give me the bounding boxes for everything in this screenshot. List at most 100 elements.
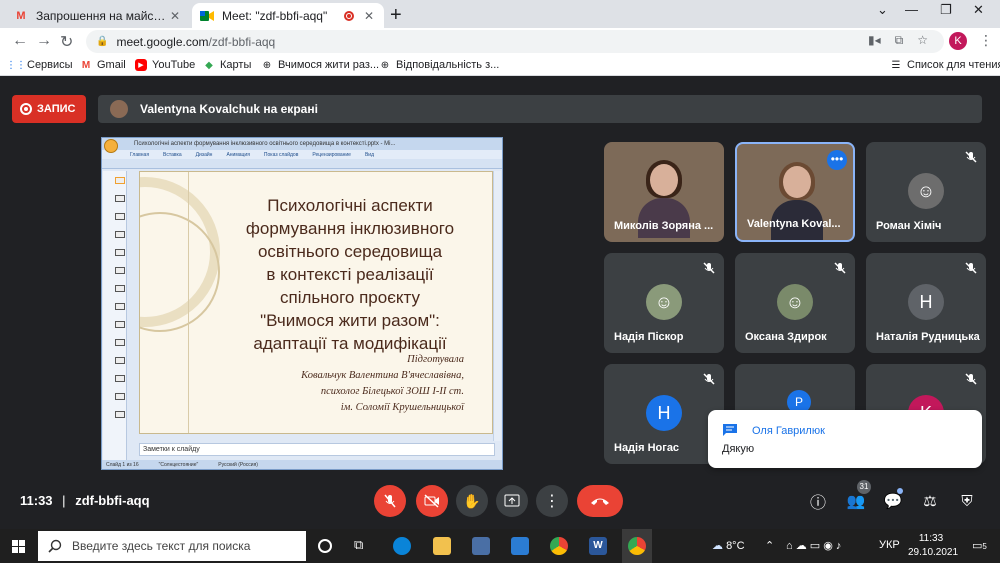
- host-controls-button[interactable]: ⛨: [956, 490, 978, 512]
- slide-thumbnail: [115, 285, 125, 292]
- back-button[interactable]: ←: [12, 32, 28, 50]
- cortana-icon[interactable]: [318, 539, 332, 553]
- presenting-banner: Valentyna Kovalchuk на екрані: [98, 95, 982, 123]
- browser-tab-bar: M Запрошення на майстер-клас о ✕ Meet: "…: [0, 0, 1000, 28]
- globe-icon: ⊕: [262, 59, 272, 71]
- camera-off-icon: [424, 494, 439, 508]
- taskbar: Введите здесь текст для поиска ⧉ W ☁ 8°C…: [0, 529, 1000, 563]
- address-bar[interactable]: 🔒 meet.google.com /zdf-bbfi-aqq: [86, 30, 944, 53]
- store-icon[interactable]: [472, 537, 490, 555]
- mic-toggle-button[interactable]: [374, 485, 406, 517]
- tab-gmail[interactable]: M Запрошення на майстер-клас о ✕: [6, 3, 190, 28]
- participant-tile[interactable]: Миколів Зоряна ...: [604, 142, 724, 242]
- cloud-icon: ☁: [712, 540, 723, 552]
- slide-thumbnail: [115, 267, 125, 274]
- participant-video: [638, 160, 690, 238]
- slide-thumbnail: [115, 303, 125, 310]
- slide-thumbnail: [115, 339, 125, 346]
- meet-icon: [200, 9, 214, 23]
- close-icon[interactable]: ✕: [168, 9, 182, 23]
- bookmark-youtube[interactable]: ▶ YouTube: [135, 59, 195, 71]
- meeting-details-button[interactable]: ⓘ: [807, 490, 829, 512]
- slide-author: Підготувала Ковальчук Валентина В'ячесла…: [301, 354, 464, 413]
- profile-avatar[interactable]: K: [949, 32, 967, 50]
- chat-icon: [723, 424, 737, 436]
- close-icon[interactable]: ✕: [362, 9, 376, 23]
- chevron-down-icon[interactable]: ⌄: [877, 2, 888, 18]
- close-window-button[interactable]: ✕: [973, 2, 984, 18]
- notifications-icon[interactable]: ▭5: [972, 539, 987, 552]
- scrollbar: [493, 171, 501, 441]
- participant-name: Роман Хіміч: [876, 220, 942, 232]
- participant-tile[interactable]: Н Наталія Рудницька: [866, 253, 986, 353]
- keyboard-language[interactable]: УКР: [879, 539, 900, 551]
- slide-thumbnail: [115, 231, 125, 238]
- forward-button[interactable]: →: [36, 32, 52, 50]
- participant-tile[interactable]: ☺ Надія Піскор: [604, 253, 724, 353]
- avatar: ☺: [908, 173, 944, 209]
- raise-hand-button[interactable]: ✋: [456, 485, 488, 517]
- participant-tile[interactable]: ☺ Роман Хіміч: [866, 142, 986, 242]
- participants-count-badge: 31: [857, 480, 871, 494]
- file-explorer-icon[interactable]: [433, 537, 451, 555]
- star-icon[interactable]: ☆: [917, 33, 928, 48]
- chrome-profile-taskbar-item[interactable]: [622, 529, 652, 563]
- tab-title: Meet: "zdf-bbfi-aqq": [222, 8, 328, 23]
- separator: |: [62, 493, 66, 508]
- clock[interactable]: 11:33 29.10.2021: [908, 532, 958, 560]
- slide-thumbnail: [115, 195, 125, 202]
- restore-button[interactable]: ❐: [940, 2, 952, 18]
- slide: Психологічні аспекти формування інклюзив…: [139, 171, 493, 434]
- ppt-ribbon: [102, 159, 502, 169]
- people-icon: 👥: [846, 493, 866, 510]
- camera-toggle-button[interactable]: [416, 485, 448, 517]
- camera-icon[interactable]: ▮◂: [868, 33, 881, 48]
- new-tab-button[interactable]: +: [390, 4, 402, 27]
- chat-sender: Оля Гаврилюк: [752, 425, 825, 437]
- globe-icon: ⊕: [380, 59, 390, 71]
- bookmark-vidpovidalnist[interactable]: ⊕ Відповідальність з...: [379, 59, 500, 71]
- bookmark-vchymosia[interactable]: ⊕ Вчимося жити раз...: [261, 59, 379, 71]
- edge-icon[interactable]: [393, 537, 411, 555]
- participant-tile[interactable]: Н Надія Ногас: [604, 364, 724, 464]
- more-options-button[interactable]: ⋮: [536, 485, 568, 517]
- participant-tile[interactable]: ☺ Оксана Здирок: [735, 253, 855, 353]
- chrome-icon[interactable]: [550, 537, 568, 555]
- mic-off-icon: [384, 494, 396, 508]
- tray-icons[interactable]: ⌂ ☁ ▭ ◉ ♪: [786, 539, 841, 552]
- record-icon: [20, 103, 32, 115]
- meeting-info: 11:33 | zdf-bbfi-aqq: [20, 493, 150, 508]
- participant-tile[interactable]: ••• Valentyna Koval...: [735, 142, 855, 242]
- recording-icon: [344, 10, 354, 21]
- chat-notification[interactable]: Оля Гаврилюк Дякую: [708, 410, 982, 468]
- weather[interactable]: ☁ 8°C: [712, 539, 745, 552]
- tray-chevron-icon[interactable]: ⌃: [765, 539, 774, 552]
- shapes-icon: ⚖: [923, 493, 937, 510]
- bookmark-services[interactable]: ⋮⋮ Сервисы: [6, 59, 73, 71]
- more-options-icon[interactable]: •••: [827, 150, 847, 170]
- mail-icon[interactable]: [511, 537, 529, 555]
- task-view-icon[interactable]: ⧉: [354, 537, 372, 555]
- slide-thumbnail: [115, 393, 125, 400]
- leave-call-button[interactable]: [577, 485, 623, 517]
- reading-list[interactable]: ☰ Список для чтения: [890, 59, 1000, 71]
- hand-icon: ✋: [463, 492, 481, 509]
- record-button[interactable]: ЗАПИС: [12, 95, 86, 123]
- windows-start-icon[interactable]: [12, 540, 25, 553]
- browser-menu-icon[interactable]: ⋮: [979, 32, 993, 49]
- present-button[interactable]: [496, 485, 528, 517]
- minimize-button[interactable]: —: [905, 2, 918, 17]
- taskbar-search[interactable]: Введите здесь текст для поиска: [38, 531, 306, 561]
- activities-button[interactable]: ⚖: [919, 490, 941, 512]
- youtube-icon: ▶: [135, 59, 147, 71]
- reload-button[interactable]: ↻: [60, 32, 73, 52]
- avatar: ☺: [777, 284, 813, 320]
- slide-thumbnail: [115, 177, 125, 184]
- word-icon[interactable]: W: [589, 537, 607, 555]
- bookmark-gmail[interactable]: M Gmail: [80, 59, 126, 71]
- hangup-icon: [591, 498, 609, 505]
- info-icon: ⓘ: [809, 495, 826, 512]
- translate-icon[interactable]: ⧉: [895, 33, 904, 48]
- tab-meet[interactable]: Meet: "zdf-bbfi-aqq" ✕: [192, 3, 384, 28]
- bookmark-maps[interactable]: ◆ Карты: [203, 59, 251, 71]
